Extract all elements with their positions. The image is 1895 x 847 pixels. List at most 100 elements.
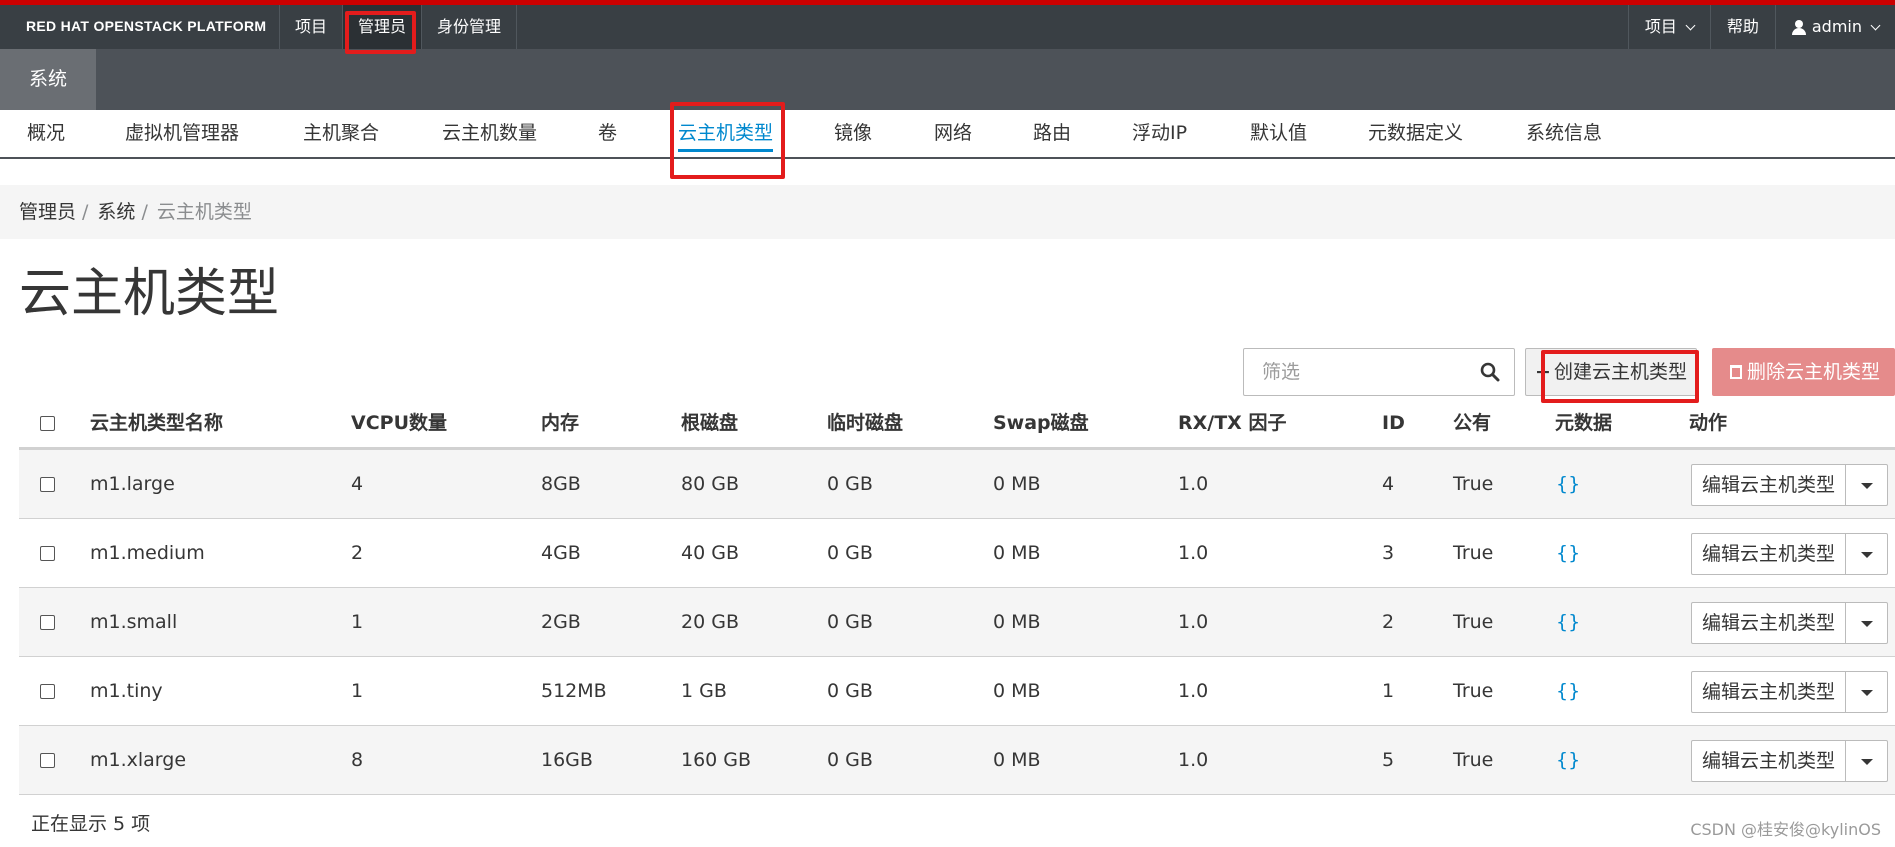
cell-swap-disk: 0 MB [993,749,1041,771]
project-dropdown[interactable]: 项目 [1627,5,1710,49]
row-actions-dropdown-toggle[interactable] [1846,671,1888,713]
cell-public: True [1453,542,1494,564]
tab-routers[interactable]: 路由 [1033,110,1071,157]
tab-metadata-definitions[interactable]: 元数据定义 [1368,110,1463,157]
cell-name[interactable]: m1.xlarge [90,726,186,795]
edit-flavor-button[interactable]: 编辑云主机类型 [1691,602,1846,644]
cell-ram: 8GB [541,473,581,495]
column-header-swap-disk[interactable]: Swap磁盘 [993,398,1089,448]
filter-box [1243,348,1515,396]
create-flavor-button[interactable]: + 创建云主机类型 [1525,348,1697,396]
table-row: m1.small 1 2GB 20 GB 0 GB 0 MB 1.0 2 Tru… [19,588,1895,657]
cell-swap-disk: 0 MB [993,611,1041,633]
cell-ram: 2GB [541,611,581,633]
cell-ephemeral-disk: 0 GB [827,473,873,495]
breadcrumb-separator: / [82,201,89,223]
tab-floating-ips[interactable]: 浮动IP [1132,110,1187,157]
cell-vcpus: 8 [351,749,364,771]
cell-rxtx-factor: 1.0 [1178,542,1209,564]
cell-name[interactable]: m1.small [90,588,177,657]
help-label: 帮助 [1726,17,1759,36]
row-actions-dropdown-toggle[interactable] [1846,602,1888,644]
row-checkbox[interactable] [40,753,55,768]
row-checkbox[interactable] [40,684,55,699]
top-nav-identity[interactable]: 身份管理 [421,5,518,49]
cell-rxtx-factor: 1.0 [1178,611,1209,633]
column-header-root-disk[interactable]: 根磁盘 [681,398,738,448]
column-header-public[interactable]: 公有 [1453,398,1491,448]
tab-flavors[interactable]: 云主机类型 [678,110,774,157]
secondary-nav-system[interactable]: 系统 [0,49,96,110]
row-checkbox[interactable] [40,477,55,492]
row-actions: 编辑云主机类型 [1691,671,1888,713]
cell-metadata-link[interactable]: {} [1556,588,1580,657]
row-actions-dropdown-toggle[interactable] [1846,533,1888,575]
tab-hypervisors[interactable]: 虚拟机管理器 [125,110,239,157]
row-actions-dropdown-toggle[interactable] [1846,464,1888,506]
cell-metadata-link[interactable]: {} [1556,519,1580,588]
edit-flavor-button[interactable]: 编辑云主机类型 [1691,671,1846,713]
column-header-ephemeral-disk[interactable]: 临时磁盘 [827,398,903,448]
column-header-rxtx-factor[interactable]: RX/TX 因子 [1178,398,1286,448]
row-checkbox[interactable] [40,615,55,630]
cell-id: 5 [1382,749,1395,771]
cell-name[interactable]: m1.tiny [90,657,163,726]
cell-metadata-link[interactable]: {} [1556,657,1580,726]
search-icon[interactable] [1480,362,1500,382]
brand-logo[interactable]: RED HAT OPENSTACK PLATFORM [26,18,266,34]
cell-swap-disk: 0 MB [993,473,1041,495]
edit-flavor-button[interactable]: 编辑云主机类型 [1691,533,1846,575]
breadcrumb-system[interactable]: 系统 [97,201,135,223]
column-header-id[interactable]: ID [1382,398,1405,448]
delete-flavors-button[interactable]: 删除云主机类型 [1712,348,1895,396]
cell-ephemeral-disk: 0 GB [827,542,873,564]
filter-input[interactable] [1244,349,1474,395]
edit-flavor-button[interactable]: 编辑云主机类型 [1691,464,1846,506]
top-right-menu: 项目 帮助 admin [1627,5,1895,49]
chevron-down-icon [1870,20,1881,30]
tab-defaults[interactable]: 默认值 [1250,110,1307,157]
project-dropdown-label: 项目 [1644,17,1677,36]
cell-name[interactable]: m1.medium [90,519,205,588]
tab-system-info[interactable]: 系统信息 [1526,110,1602,157]
cell-metadata-link[interactable]: {} [1556,726,1580,795]
table-row: m1.xlarge 8 16GB 160 GB 0 GB 0 MB 1.0 5 … [19,726,1895,795]
cell-metadata-link[interactable]: {} [1556,450,1580,519]
column-header-vcpus[interactable]: VCPU数量 [351,398,447,448]
chevron-down-icon [1685,20,1696,30]
column-header-ram[interactable]: 内存 [541,398,579,448]
tab-host-aggregates[interactable]: 主机聚合 [303,110,379,157]
row-actions-dropdown-toggle[interactable] [1846,740,1888,782]
tab-overview[interactable]: 概况 [27,110,65,157]
user-dropdown[interactable]: admin [1774,5,1895,49]
help-link[interactable]: 帮助 [1709,5,1775,49]
plus-icon: + [1535,361,1551,383]
table-row: m1.medium 2 4GB 40 GB 0 GB 0 MB 1.0 3 Tr… [19,519,1895,588]
edit-flavor-button[interactable]: 编辑云主机类型 [1691,740,1846,782]
cell-name[interactable]: m1.large [90,450,175,519]
select-all-checkbox[interactable] [40,416,55,431]
tab-instances[interactable]: 云主机数量 [442,110,537,157]
secondary-nav: 系统 [0,49,1895,110]
cell-ephemeral-disk: 0 GB [827,680,873,702]
breadcrumb-separator: / [141,201,148,223]
table-row: m1.tiny 1 512MB 1 GB 0 GB 0 MB 1.0 1 Tru… [19,657,1895,726]
breadcrumb-admin[interactable]: 管理员 [19,201,76,223]
cell-vcpus: 2 [351,542,364,564]
cell-vcpus: 1 [351,611,364,633]
row-checkbox[interactable] [40,546,55,561]
cell-public: True [1453,749,1494,771]
cell-ephemeral-disk: 0 GB [827,749,873,771]
row-actions: 编辑云主机类型 [1691,740,1888,782]
top-nav-project[interactable]: 项目 [279,5,342,49]
tab-images[interactable]: 镜像 [834,110,872,157]
column-header-name[interactable]: 云主机类型名称 [90,398,223,448]
cell-rxtx-factor: 1.0 [1178,749,1209,771]
tab-networks[interactable]: 网络 [934,110,972,157]
column-header-actions: 动作 [1689,412,1728,434]
row-actions: 编辑云主机类型 [1691,533,1888,575]
breadcrumb: 管理员 / 系统 / 云主机类型 [0,185,1895,239]
top-nav-admin[interactable]: 管理员 [342,5,422,49]
tab-volumes[interactable]: 卷 [598,110,617,157]
item-count: 正在显示 5 项 [31,813,151,835]
